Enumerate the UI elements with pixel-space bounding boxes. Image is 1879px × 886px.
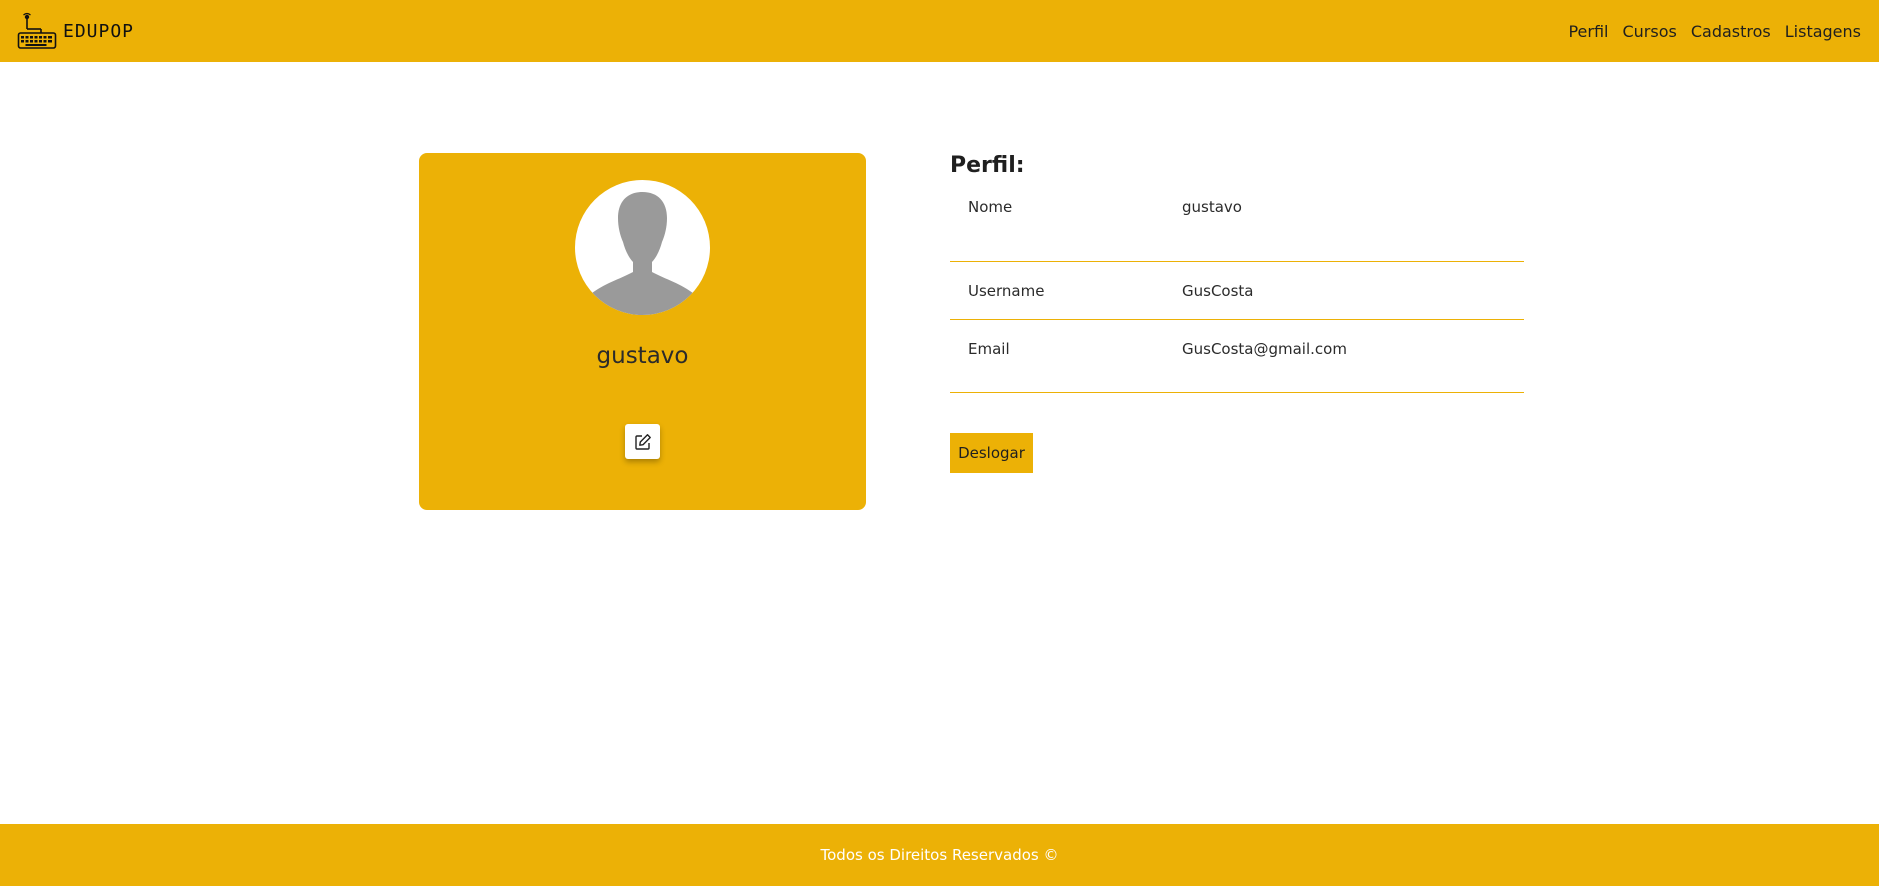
nav-links: Perfil Cursos Cadastros Listagens — [1568, 22, 1861, 41]
keyboard-antenna-icon — [17, 12, 57, 49]
navbar: EDUPOP Perfil Cursos Cadastros Listagens — [0, 0, 1879, 62]
logout-button[interactable]: Deslogar — [950, 433, 1033, 473]
info-value: GusCosta@gmail.com — [1182, 339, 1347, 358]
user-silhouette-icon — [591, 192, 694, 315]
profile-name: gustavo — [596, 343, 689, 369]
info-row-nome: Nome gustavo — [950, 190, 1524, 261]
brand-link[interactable]: EDUPOP — [17, 11, 134, 51]
edit-profile-button[interactable] — [625, 424, 660, 459]
profile-info: Perfil: Nome gustavo Username GusCosta E… — [950, 153, 1524, 393]
info-label: Email — [968, 339, 1010, 358]
info-row-email: Email GusCosta@gmail.com — [950, 319, 1524, 392]
profile-info-table: Nome gustavo Username GusCosta Email Gus… — [950, 190, 1524, 393]
brand-name: EDUPOP — [63, 20, 135, 42]
info-title: Perfil: — [950, 153, 1025, 178]
nav-link-cadastros[interactable]: Cadastros — [1691, 22, 1771, 41]
nav-link-listagens[interactable]: Listagens — [1785, 22, 1861, 41]
info-row-username: Username GusCosta — [950, 261, 1524, 319]
avatar — [575, 180, 710, 315]
profile-card: gustavo — [419, 153, 866, 510]
footer-text: Todos os Direitos Reservados © — [820, 846, 1059, 864]
footer: Todos os Direitos Reservados © — [0, 824, 1879, 886]
profile-page: EDUPOP Perfil Cursos Cadastros Listagens… — [0, 0, 1879, 886]
edit-icon — [634, 433, 651, 450]
info-label: Username — [968, 281, 1045, 300]
info-value: gustavo — [1182, 198, 1242, 216]
info-value: GusCosta — [1182, 281, 1254, 300]
info-label: Nome — [968, 198, 1013, 216]
nav-link-perfil[interactable]: Perfil — [1568, 22, 1608, 41]
nav-link-cursos[interactable]: Cursos — [1622, 22, 1676, 41]
